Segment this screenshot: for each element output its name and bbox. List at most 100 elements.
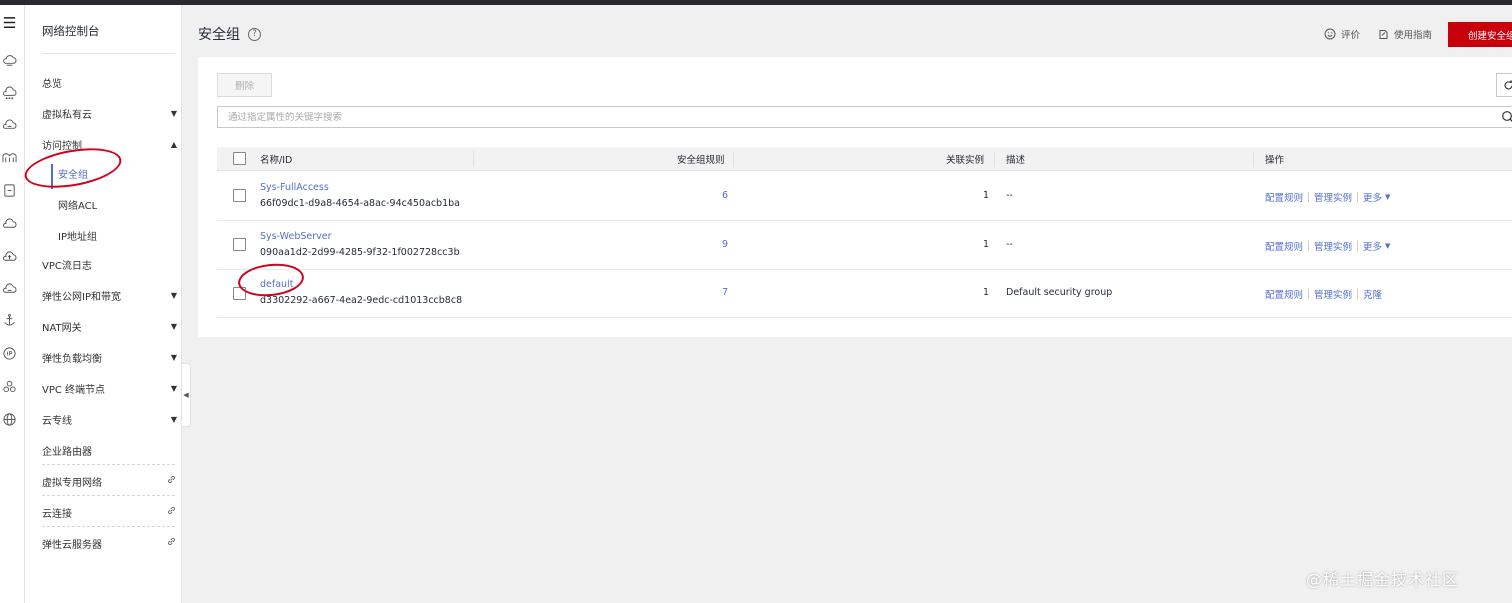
nav-subitem-network-acl[interactable]: 网络ACL	[58, 197, 97, 212]
manage-instances-link[interactable]: 管理实例	[1314, 190, 1352, 204]
nav-item-overview[interactable]: 总览	[42, 73, 177, 91]
cloud-icon[interactable]	[0, 214, 18, 232]
nav-item-vpc-flow-log[interactable]: VPC流日志	[42, 255, 177, 273]
nav-item-label: 弹性云服务器	[42, 539, 102, 551]
anchor-icon[interactable]	[0, 311, 18, 329]
nav-subitem-ip-group[interactable]: IP地址组	[58, 228, 97, 243]
security-group-id: 66f09dc1-d9a8-4654-a8ac-94c450acb1ba	[260, 198, 460, 209]
bridge-icon[interactable]	[0, 148, 18, 166]
guide-label: 使用指南	[1394, 30, 1433, 41]
nav-collapse-toggle[interactable]: ◀	[182, 363, 191, 427]
menu-icon[interactable]	[0, 13, 18, 31]
security-group-name-link[interactable]: Sys-FullAccess	[260, 182, 329, 193]
nav-item-vpc[interactable]: 虚拟私有云 ▼	[42, 104, 177, 122]
nav-item-vpn[interactable]: 虚拟专用网络	[42, 472, 177, 490]
watermark: @稀土掘金技术社区	[1306, 570, 1460, 589]
caret-down-icon: ▼	[170, 414, 177, 424]
nav-item-cloud-connect[interactable]: 云连接	[42, 503, 177, 521]
security-group-name-link[interactable]: default	[260, 279, 293, 290]
cloud-sync-icon[interactable]	[0, 279, 18, 297]
instance-count: 1	[983, 287, 990, 298]
globe-icon[interactable]	[0, 410, 18, 428]
description: --	[1006, 190, 1013, 201]
refresh-button[interactable]	[1496, 73, 1512, 97]
op-divider	[1357, 241, 1359, 251]
nav-item-enterprise-router[interactable]: 企业路由器	[42, 441, 177, 459]
column-divider	[1253, 151, 1254, 167]
cloud-storage-icon[interactable]	[0, 116, 18, 134]
op-divider	[1308, 289, 1310, 299]
op-divider	[1357, 289, 1359, 299]
caret-down-icon: ▼	[170, 321, 177, 331]
description: --	[1006, 239, 1013, 250]
row-checkbox[interactable]	[233, 238, 246, 251]
nav-item-vpcep[interactable]: VPC 终端节点 ▼	[42, 379, 177, 397]
select-all-checkbox[interactable]	[233, 152, 246, 165]
database-icon[interactable]	[0, 181, 18, 199]
nav-item-nat[interactable]: NAT网关 ▼	[42, 317, 177, 335]
external-link-icon	[166, 474, 177, 488]
nav-item-label: 云专线	[42, 415, 72, 427]
caret-down-icon: ▼	[170, 108, 177, 118]
refresh-icon	[1504, 80, 1512, 89]
security-group-name-link[interactable]: Sys-WebServer	[260, 231, 332, 242]
nav-item-eip[interactable]: 弹性公网IP和带宽 ▼	[42, 286, 177, 304]
search-icon[interactable]	[1501, 110, 1512, 124]
nav-divider	[42, 464, 175, 465]
external-link-icon	[166, 536, 177, 550]
manage-instances-link[interactable]: 管理实例	[1314, 239, 1352, 253]
row-checkbox[interactable]	[233, 287, 246, 300]
cloud-network-icon[interactable]	[0, 84, 18, 102]
instance-count: 1	[983, 190, 990, 201]
feedback-label: 评价	[1341, 30, 1361, 41]
cluster-icon[interactable]	[0, 377, 18, 395]
more-label: 更多	[1363, 193, 1383, 204]
cloud-server-icon[interactable]	[0, 51, 18, 69]
search-input[interactable]	[228, 111, 1468, 123]
manage-instances-link[interactable]: 管理实例	[1314, 287, 1352, 301]
caret-down-icon: ▼	[170, 352, 177, 362]
caret-down-icon: ▼	[170, 290, 177, 300]
nav-item-label: NAT网关	[42, 322, 82, 334]
rules-count-link[interactable]: 6	[722, 190, 728, 201]
help-icon[interactable]: ?	[248, 27, 261, 41]
row-operations: 配置规则 管理实例 克隆	[1265, 287, 1382, 301]
feedback-link[interactable]: 评价	[1324, 27, 1360, 41]
create-security-group-button[interactable]: 创建安全组	[1448, 22, 1512, 47]
ip-icon[interactable]	[0, 344, 18, 362]
security-group-list-panel: 删除 名称/ID 安全组规则 关联实例 描述 操作 Sys-FullAccess…	[198, 57, 1512, 337]
nav-item-direct-connect[interactable]: 云专线 ▼	[42, 410, 177, 428]
nav-item-ecs[interactable]: 弹性云服务器	[42, 534, 177, 552]
rules-count-link[interactable]: 7	[722, 287, 728, 298]
top-bar	[0, 0, 1512, 5]
nav-item-access-control[interactable]: 访问控制 ▲	[42, 135, 177, 153]
configure-rules-link[interactable]: 配置规则	[1265, 190, 1303, 204]
caret-down-icon: ▼	[1385, 193, 1391, 201]
table-row: default d3302292-a667-4ea2-9edc-cd1013cc…	[217, 270, 1512, 318]
delete-button[interactable]: 删除	[217, 73, 272, 97]
more-dropdown[interactable]: 更多 ▼	[1363, 190, 1390, 204]
active-indicator	[51, 164, 53, 189]
nav-item-elb[interactable]: 弹性负载均衡 ▼	[42, 348, 177, 366]
configure-rules-link[interactable]: 配置规则	[1265, 287, 1303, 301]
column-divider	[994, 151, 995, 167]
clone-link[interactable]: 克隆	[1363, 287, 1382, 301]
op-divider	[1308, 192, 1310, 202]
column-divider	[733, 151, 734, 167]
rules-count-link[interactable]: 9	[722, 239, 728, 250]
column-header-description: 描述	[1006, 155, 1026, 166]
network-console-nav: 网络控制台 总览 虚拟私有云 ▼ 访问控制 ▲ 安全组 网络ACL IP地址组 VP…	[25, 5, 182, 603]
nav-item-label: 弹性负载均衡	[42, 353, 102, 365]
nav-item-label: 云连接	[42, 508, 72, 520]
nav-item-label: 虚拟专用网络	[42, 477, 102, 489]
guide-link[interactable]: 使用指南	[1378, 27, 1432, 41]
row-checkbox[interactable]	[233, 189, 246, 202]
cloud-upload-icon[interactable]	[0, 247, 18, 265]
nav-item-label: VPC 终端节点	[42, 384, 106, 396]
column-divider	[473, 151, 474, 167]
row-operations: 配置规则 管理实例 更多 ▼	[1265, 239, 1390, 253]
nav-subitem-security-group[interactable]: 安全组	[58, 166, 88, 181]
configure-rules-link[interactable]: 配置规则	[1265, 239, 1303, 253]
table-row: Sys-FullAccess 66f09dc1-d9a8-4654-a8ac-9…	[217, 172, 1512, 221]
more-dropdown[interactable]: 更多 ▼	[1363, 239, 1390, 253]
